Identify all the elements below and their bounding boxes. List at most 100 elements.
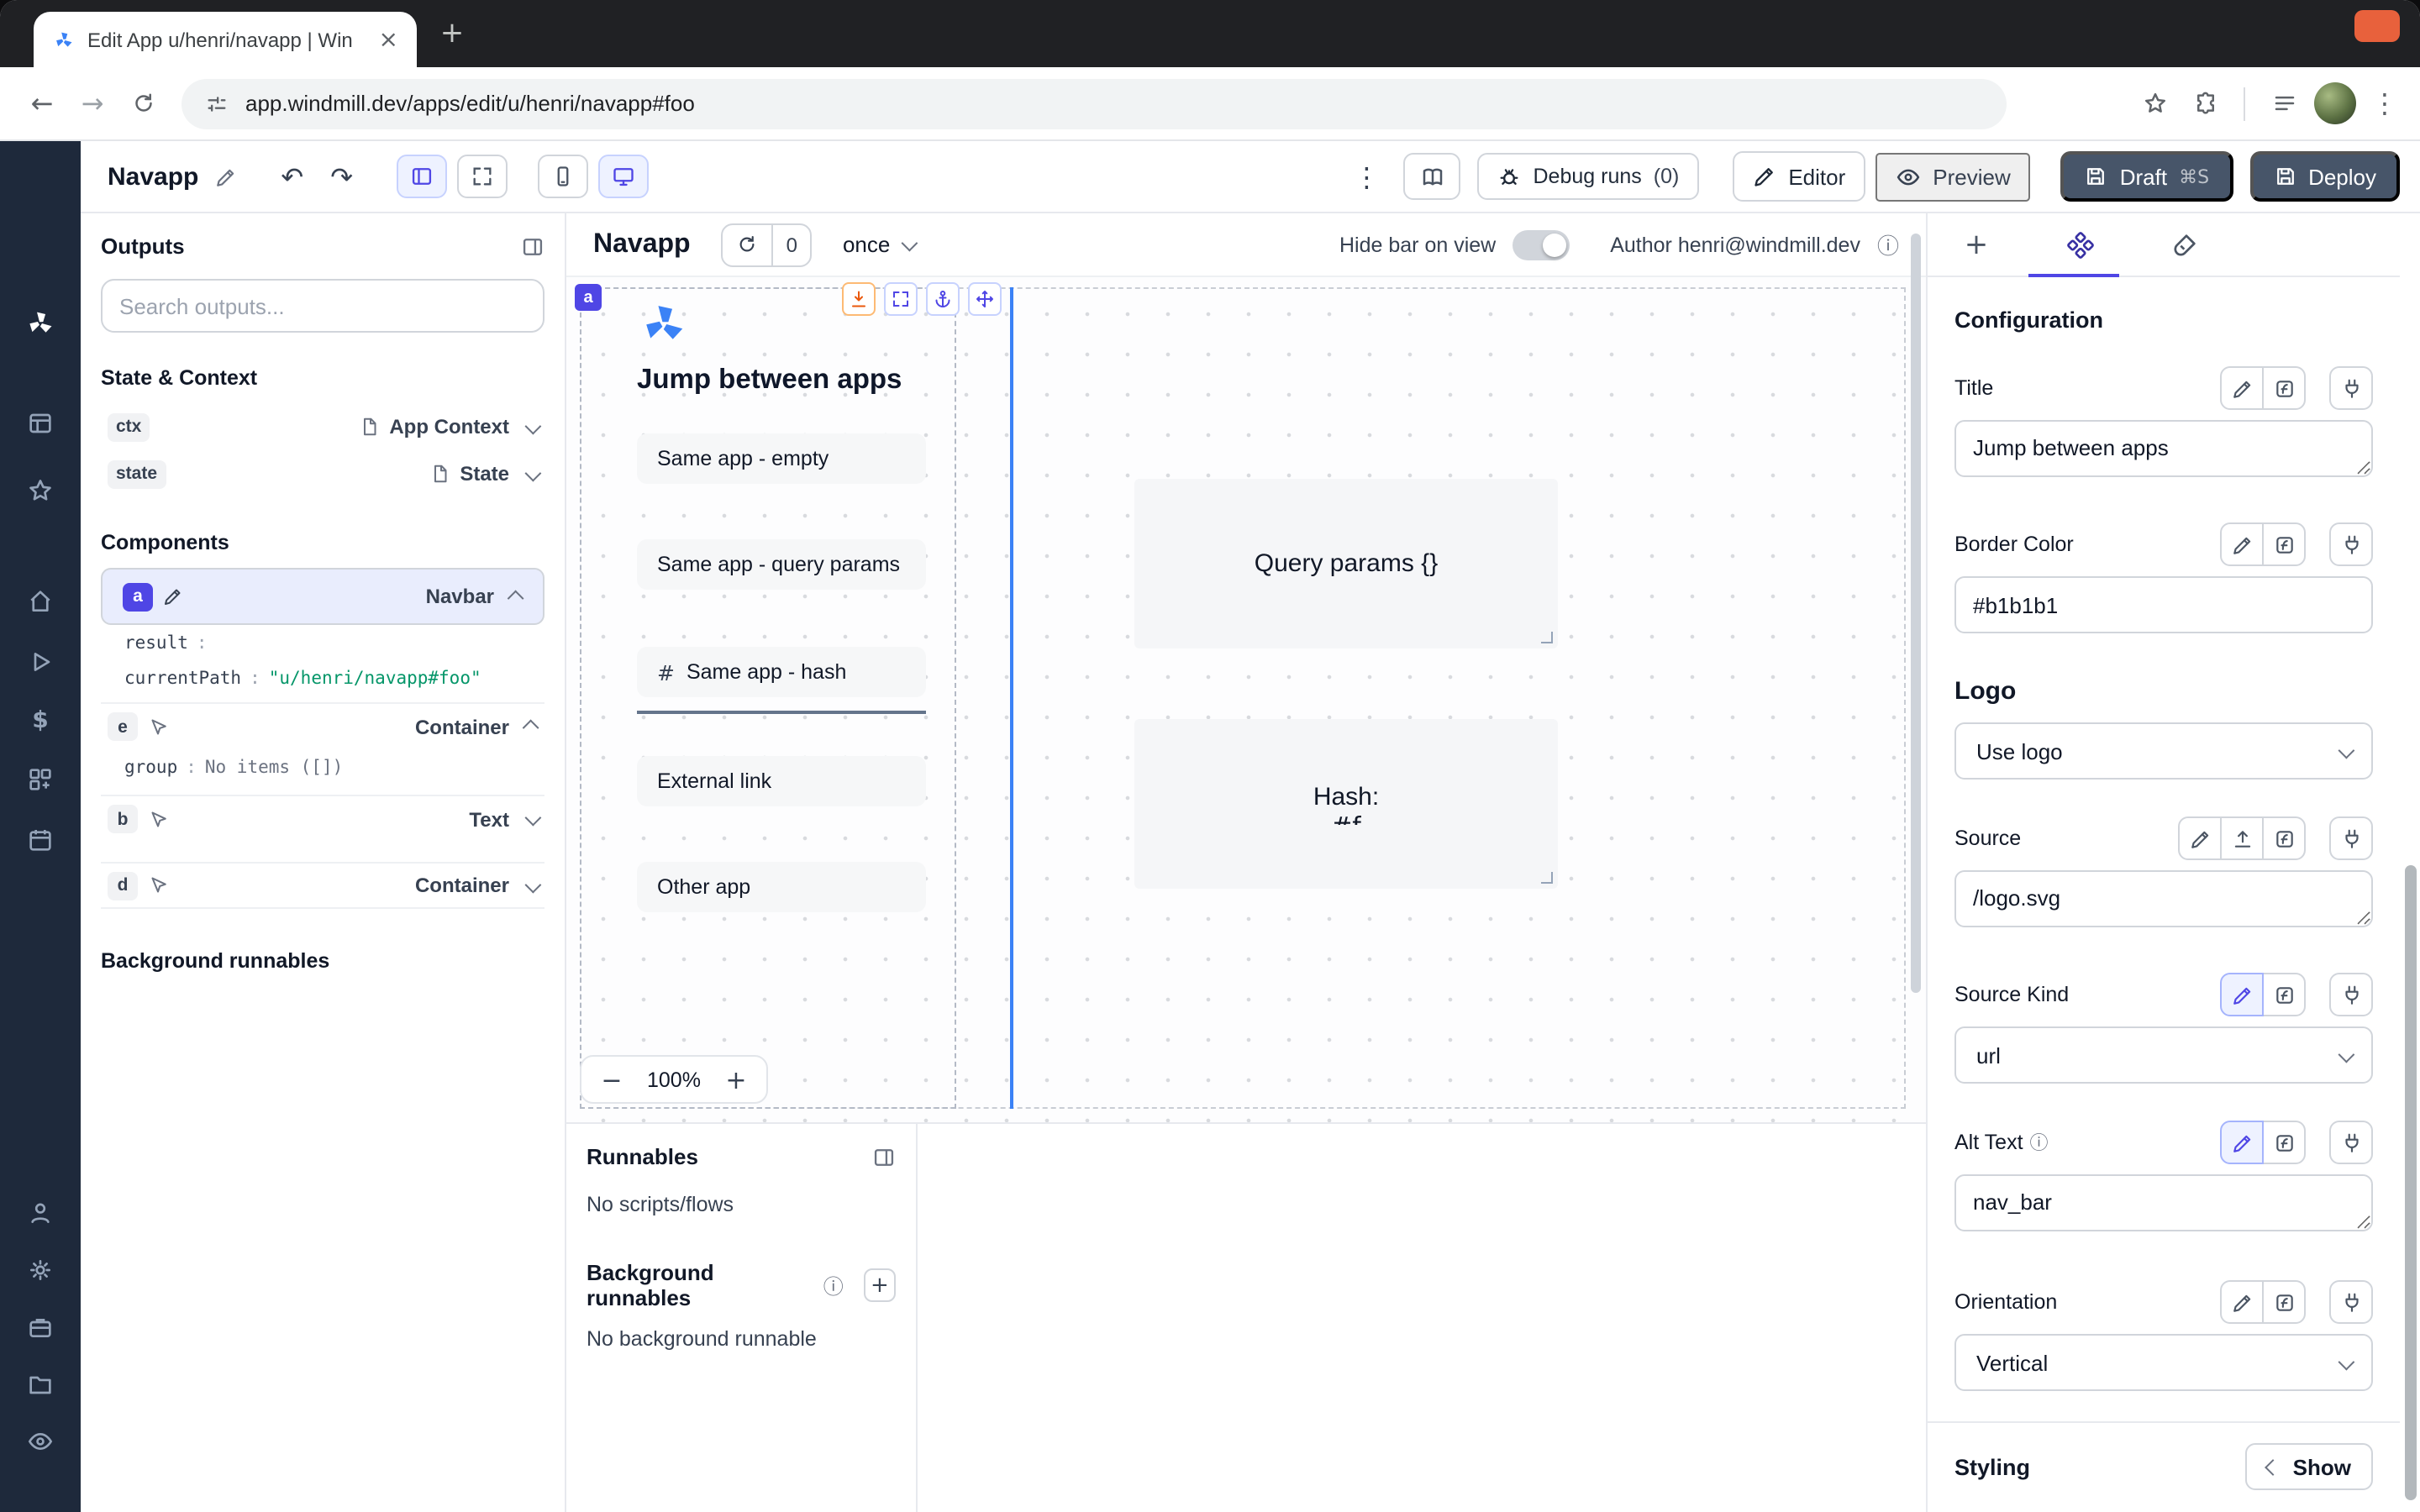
alt-text-edit-static-button[interactable] <box>2220 1121 2264 1164</box>
hash-container[interactable]: Hash: #f <box>1134 719 1558 889</box>
zoom-out-button[interactable]: − <box>598 1064 625 1095</box>
component-row-navbar[interactable]: a Navbar <box>101 568 544 625</box>
pencil-icon[interactable] <box>163 586 183 606</box>
query-params-container[interactable]: Query params {} <box>1134 479 1558 648</box>
panel-icon[interactable] <box>521 234 544 258</box>
toggle-panels-button[interactable] <box>397 155 447 198</box>
address-bar[interactable]: app.windmill.dev/apps/edit/u/henri/navap… <box>182 78 2007 129</box>
rail-settings-icon[interactable] <box>27 1257 54 1284</box>
pointer-icon[interactable] <box>148 875 168 895</box>
rail-schedules-icon[interactable] <box>27 827 54 853</box>
toolbar-menu-icon[interactable]: ⋮ <box>1354 160 1381 192</box>
browser-panel-icon[interactable] <box>2259 78 2309 129</box>
screen-share-indicator[interactable] <box>2354 10 2400 42</box>
chevron-down-icon[interactable] <box>525 465 542 481</box>
bookmark-star-icon[interactable] <box>2129 78 2180 129</box>
resize-handle[interactable] <box>1541 632 1553 643</box>
app-canvas[interactable]: a Jump between apps Same app - empty Sam… <box>566 277 1926 1122</box>
component-row-text-b[interactable]: b Text <box>101 795 544 842</box>
orientation-connect-button[interactable] <box>2329 1280 2373 1324</box>
search-outputs-input[interactable] <box>101 279 544 333</box>
orientation-edit-static-button[interactable] <box>2220 1280 2264 1324</box>
mobile-view-button[interactable] <box>538 155 588 198</box>
forward-button[interactable]: → <box>67 78 118 129</box>
info-icon[interactable]: ⓘ <box>823 1271 844 1299</box>
rail-apps-icon[interactable] <box>27 410 54 437</box>
debug-runs-button[interactable]: Debug runs(0) <box>1478 153 1700 200</box>
fullscreen-canvas-button[interactable] <box>457 155 508 198</box>
rail-folders-icon[interactable] <box>27 1371 54 1398</box>
rail-audit-icon[interactable] <box>27 1428 54 1455</box>
chevron-up-icon[interactable] <box>508 590 524 606</box>
component-row-container-d[interactable]: d Container <box>101 862 544 909</box>
author-info-icon[interactable]: ⓘ <box>1877 228 1899 260</box>
expand-down-button[interactable] <box>842 282 876 316</box>
site-settings-icon[interactable] <box>205 92 229 115</box>
tab-close-icon[interactable]: × <box>374 28 403 51</box>
alt-text-eval-button[interactable] <box>2262 1121 2306 1164</box>
border-connect-button[interactable] <box>2329 522 2373 566</box>
nav-link-external[interactable]: External link <box>637 756 926 806</box>
refresh-app-button[interactable] <box>723 224 771 265</box>
orientation-select[interactable]: Vertical <box>1954 1334 2373 1391</box>
orientation-eval-button[interactable] <box>2262 1280 2306 1324</box>
zoom-in-button[interactable]: + <box>723 1064 750 1095</box>
output-row-state[interactable]: state State <box>101 450 544 497</box>
pointer-icon[interactable] <box>148 809 168 829</box>
preview-tab-button[interactable]: Preview <box>1876 152 2031 201</box>
draft-button[interactable]: Draft⌘S <box>2061 151 2233 202</box>
title-eval-button[interactable] <box>2262 366 2306 410</box>
reload-button[interactable] <box>118 78 168 129</box>
nav-link-same-app-empty[interactable]: Same app - empty <box>637 433 926 484</box>
alt-text-connect-button[interactable] <box>2329 1121 2373 1164</box>
nav-link-query-params[interactable]: Same app - query params <box>637 539 926 590</box>
show-styling-button[interactable]: Show <box>2246 1443 2373 1490</box>
source-eval-button[interactable] <box>2262 816 2306 860</box>
nav-link-hash[interactable]: # Same app - hash <box>637 647 926 697</box>
output-group-row[interactable]: group: No items ([]) <box>101 749 544 785</box>
fullscreen-component-button[interactable] <box>884 282 918 316</box>
windmill-logo[interactable] <box>26 309 55 338</box>
profile-avatar[interactable] <box>2309 78 2360 129</box>
alt-text-info-icon[interactable]: ⓘ <box>2030 1129 2049 1156</box>
alt-text-input[interactable]: nav_bar <box>1954 1174 2373 1231</box>
canvas-scrollbar[interactable] <box>1911 234 1921 993</box>
resize-handle[interactable] <box>1541 872 1553 884</box>
source-kind-connect-button[interactable] <box>2329 973 2373 1016</box>
refresh-mode-select[interactable]: once <box>843 232 913 257</box>
rail-runs-icon[interactable] <box>27 648 54 675</box>
source-kind-eval-button[interactable] <box>2262 973 2306 1016</box>
move-component-button[interactable] <box>968 282 1002 316</box>
source-connect-button[interactable] <box>2329 816 2373 860</box>
title-connect-button[interactable] <box>2329 366 2373 410</box>
output-result-row[interactable]: result: <box>101 625 544 660</box>
component-row-container-e[interactable]: e Container <box>101 702 544 749</box>
rail-favorites-icon[interactable] <box>27 477 54 504</box>
pointer-icon[interactable] <box>148 717 168 737</box>
rail-variables-icon[interactable]: $ <box>32 707 49 734</box>
source-edit-static-button[interactable] <box>2178 816 2222 860</box>
styling-tab[interactable] <box>2170 229 2200 260</box>
title-edit-static-button[interactable] <box>2220 366 2264 410</box>
editor-tab-button[interactable]: Editor <box>1733 151 1865 202</box>
source-kind-select[interactable]: url <box>1954 1026 2373 1084</box>
component-settings-tab[interactable] <box>2065 229 2096 260</box>
extensions-icon[interactable] <box>2180 78 2230 129</box>
chevron-down-icon[interactable] <box>525 417 542 434</box>
nav-link-other-app[interactable]: Other app <box>637 862 926 912</box>
rail-home-icon[interactable] <box>27 588 54 615</box>
deploy-button[interactable]: Deploy <box>2249 151 2400 202</box>
source-kind-edit-static-button[interactable] <box>2220 973 2264 1016</box>
panel-icon[interactable] <box>872 1145 896 1168</box>
browser-menu-icon[interactable]: ⋮ <box>2360 78 2410 129</box>
redo-button[interactable]: ↷ <box>330 160 353 192</box>
source-input[interactable]: /logo.svg <box>1954 870 2373 927</box>
selected-navbar-outline[interactable] <box>580 287 956 1109</box>
add-background-runnable-button[interactable]: + <box>864 1268 896 1302</box>
chevron-down-icon[interactable] <box>525 876 542 893</box>
insert-component-tab[interactable]: + <box>1961 229 1991 260</box>
output-row-ctx[interactable]: ctx App Context <box>101 403 544 450</box>
rail-workers-icon[interactable] <box>27 1314 54 1341</box>
anchor-component-button[interactable] <box>926 282 960 316</box>
logo-select[interactable]: Use logo <box>1954 722 2373 780</box>
